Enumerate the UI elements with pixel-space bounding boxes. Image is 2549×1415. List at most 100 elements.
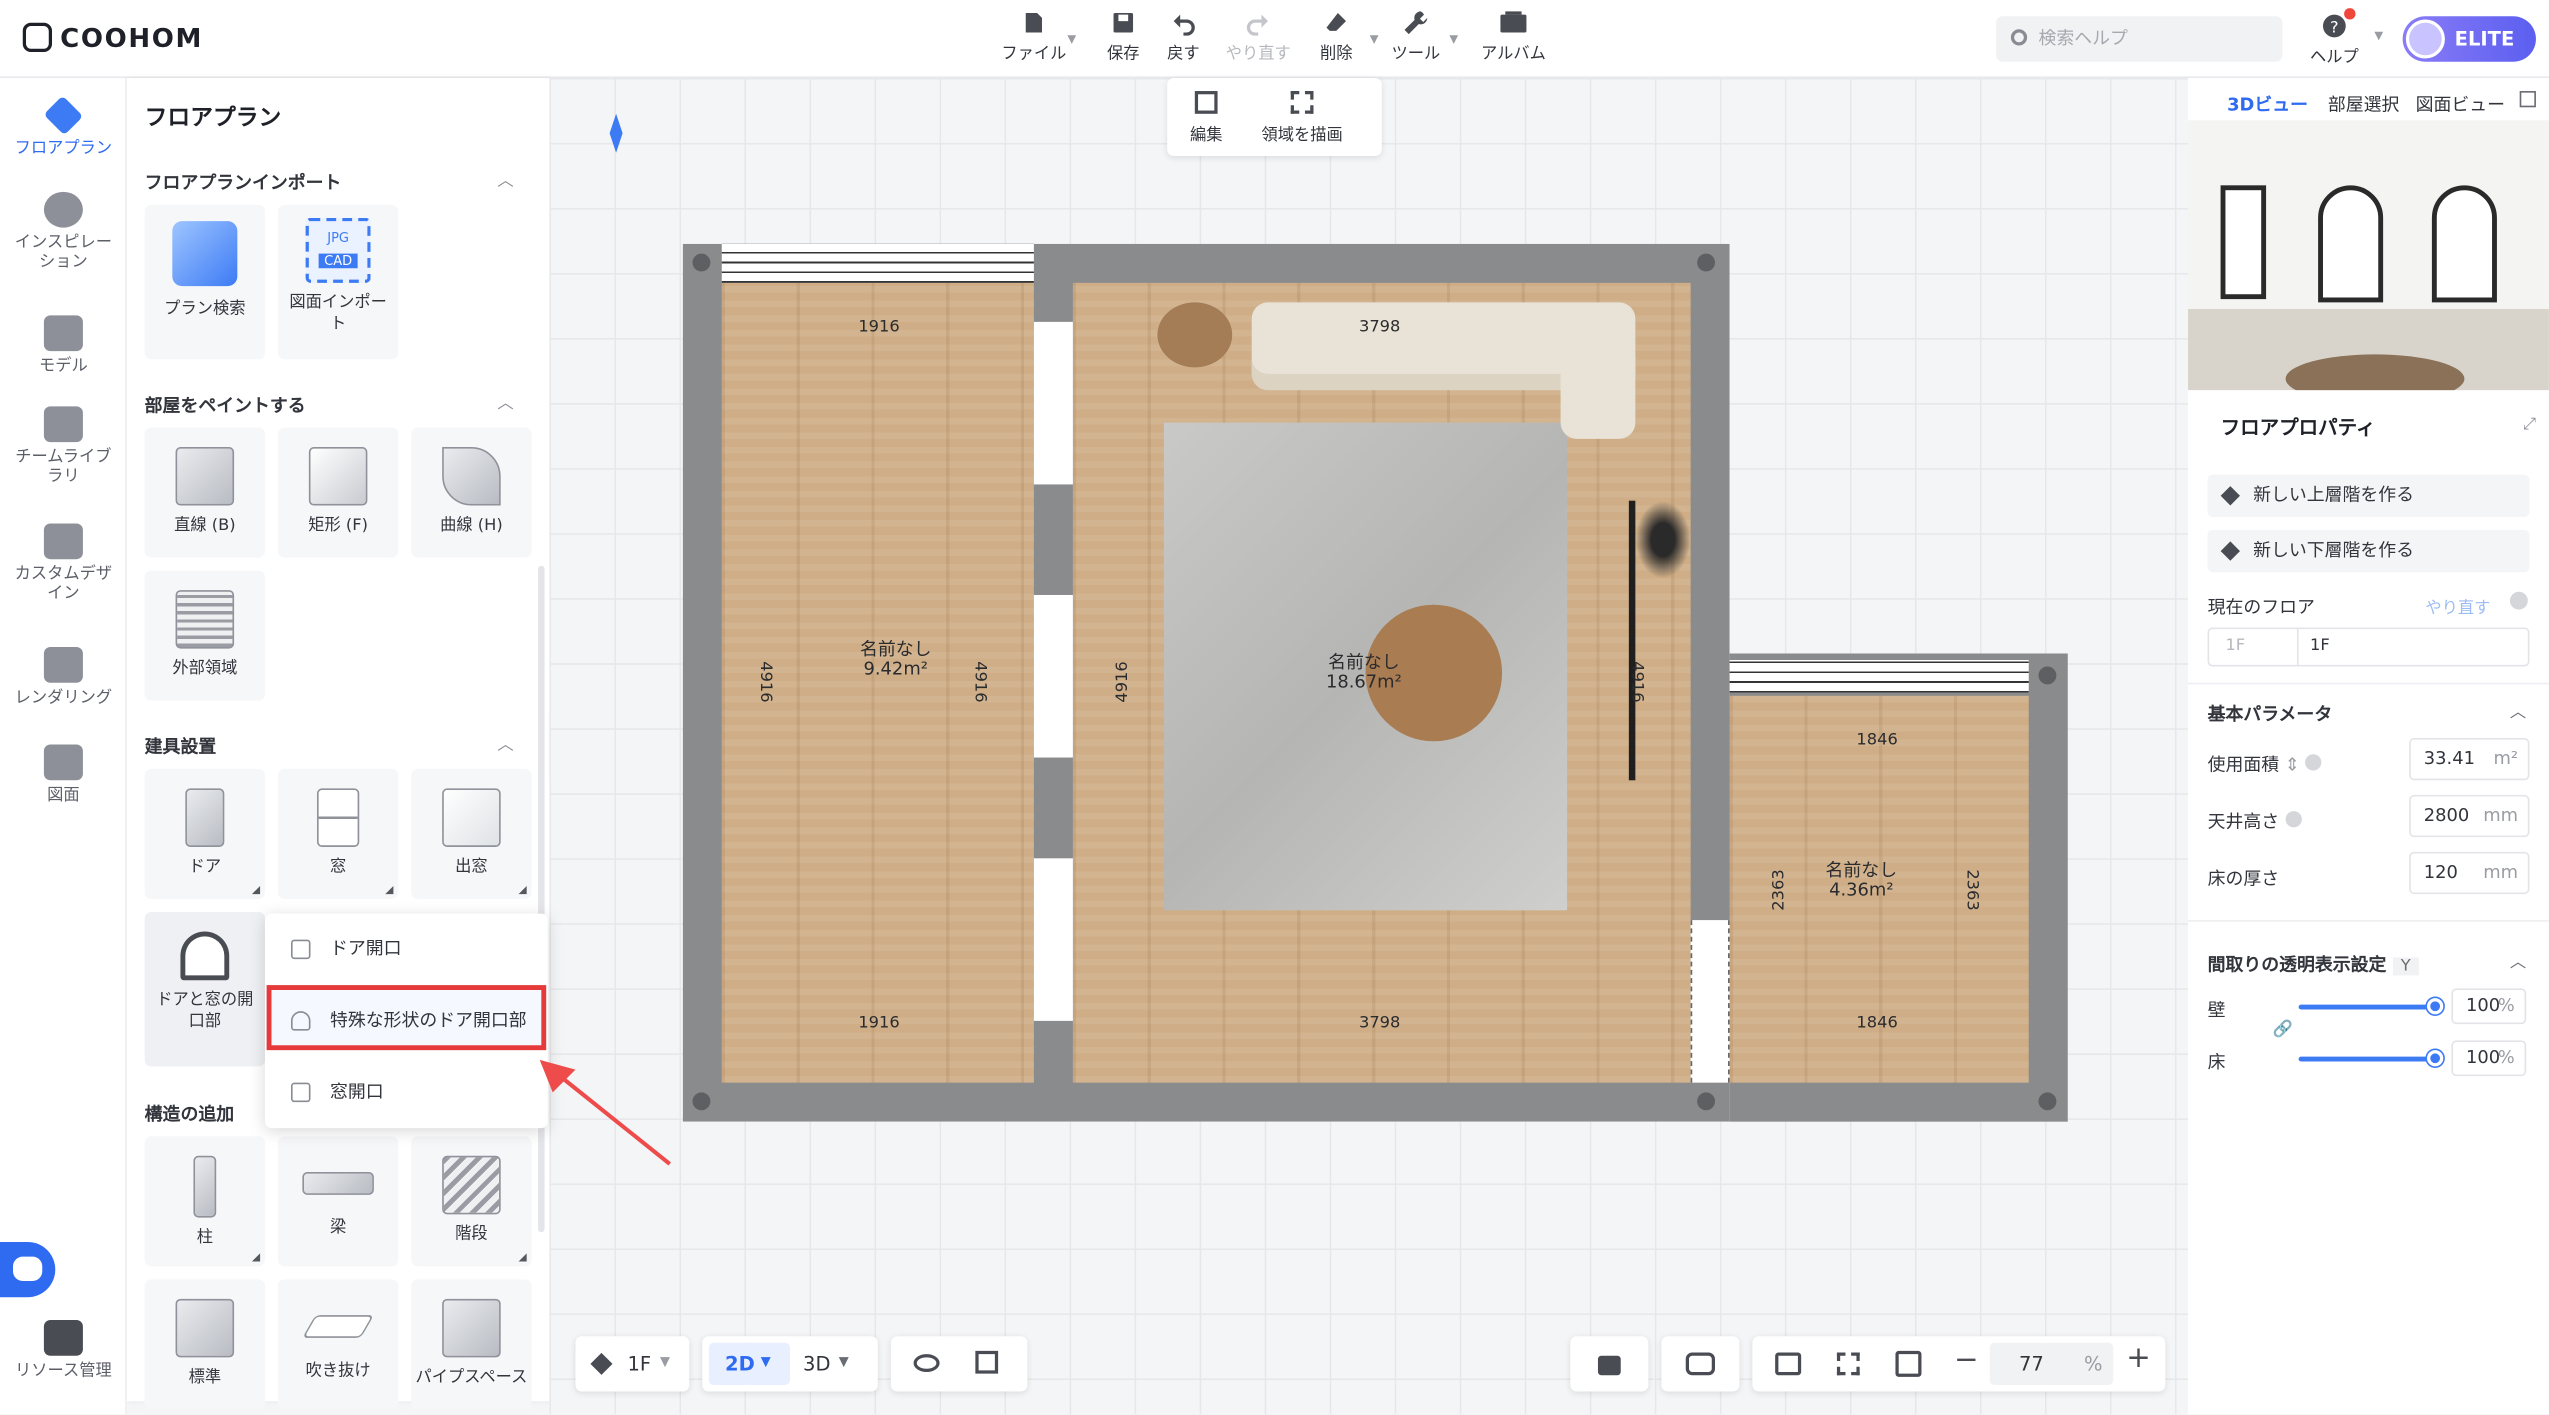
delete-button[interactable]: 削除 ▼ xyxy=(1300,10,1379,63)
file-menu-button[interactable]: ファイル ▼ xyxy=(998,10,1076,63)
zoom-in-button[interactable]: + xyxy=(2126,1341,2151,1375)
window-opening-option[interactable]: 窓開口 xyxy=(265,1063,548,1122)
redo-button[interactable]: やり直す xyxy=(1222,10,1294,63)
drawing-import-tile[interactable]: JPG CAD 図面インポート xyxy=(277,204,399,360)
window-top-left[interactable] xyxy=(721,243,1034,283)
add-upper-floor-button[interactable]: 新しい上層階を作る xyxy=(2207,474,2530,517)
design-canvas[interactable]: 1916 3798 1846 1916 3798 1846 4916 4916 … xyxy=(549,78,2189,1415)
draw-area-button[interactable]: 領域を描画 xyxy=(1261,91,1343,145)
link-icon[interactable]: 🔗 xyxy=(2273,1021,2293,1039)
window-top-right[interactable] xyxy=(1729,659,2029,693)
mode-3d-button[interactable]: 3D xyxy=(803,1352,830,1375)
door-opening[interactable] xyxy=(1033,594,1073,758)
tools-menu-button[interactable]: ツール ▼ xyxy=(1380,10,1458,63)
standard-tile[interactable]: 標準 xyxy=(144,1279,265,1410)
outer-area-tile[interactable]: 外部領域 xyxy=(144,570,265,701)
slider-thumb[interactable] xyxy=(2427,998,2444,1015)
tab-3d-view[interactable]: 3Dビュー xyxy=(2227,91,2308,117)
cube-view-icon[interactable] xyxy=(975,1350,999,1374)
popout-icon[interactable] xyxy=(2519,91,2536,108)
sofa-chaise[interactable] xyxy=(1560,341,1636,439)
zoom-area-icon[interactable] xyxy=(1895,1350,1922,1377)
bay-window-tile[interactable]: 出窓 xyxy=(411,768,532,899)
floor-percent-field[interactable]: 100% xyxy=(2451,1040,2527,1077)
special-door-opening-option[interactable]: 特殊な形状のドア開口部 xyxy=(265,992,548,1051)
door-opening[interactable] xyxy=(1690,920,1730,1083)
void-tile[interactable]: 吹き抜け xyxy=(277,1279,399,1410)
expand-icon[interactable]: ⤢ xyxy=(2523,416,2536,434)
area-field[interactable]: 33.41 m² xyxy=(2409,738,2530,781)
wall-percent-field[interactable]: 100% xyxy=(2451,988,2527,1025)
collapse-transparency-icon[interactable]: ︿ xyxy=(2510,948,2526,972)
beam-tile[interactable]: 梁 xyxy=(277,1136,399,1267)
undo-button[interactable]: 戻す xyxy=(1148,10,1220,63)
floor-name-input[interactable]: 1F xyxy=(2310,637,2330,655)
wall-node[interactable] xyxy=(1697,253,1716,272)
focus-icon[interactable] xyxy=(1836,1352,1860,1376)
mode-2d-button[interactable]: 2D xyxy=(725,1352,755,1375)
paint-line-tile[interactable]: 直線 (B) xyxy=(144,427,265,558)
add-lower-floor-button[interactable]: 新しい下層階を作る xyxy=(2207,529,2530,573)
stairs-tile[interactable]: 階段 xyxy=(411,1136,532,1267)
lock-icon[interactable] xyxy=(1597,1355,1621,1376)
media-console[interactable] xyxy=(1628,500,1636,781)
rail-resource-management[interactable]: リソース管理 xyxy=(0,1319,127,1382)
zoom-out-button[interactable]: − xyxy=(1954,1343,1979,1377)
rail-model[interactable]: モデル xyxy=(0,315,127,377)
fit-screen-icon[interactable] xyxy=(1775,1352,1802,1376)
app-logo[interactable]: COOHOM xyxy=(22,16,203,58)
wall-node[interactable] xyxy=(692,253,711,272)
wall-transparency-slider[interactable] xyxy=(2298,998,2444,1015)
left-rail: フロアプラン インスピレーション モデル チームライブラリ カスタムデザイン レ… xyxy=(0,78,127,1415)
rail-team-library[interactable]: チームライブラリ xyxy=(0,406,127,487)
search-help-input[interactable]: 検索ヘルプ xyxy=(1996,16,2283,62)
rail-floorplan[interactable]: フロアプラン xyxy=(0,95,127,160)
door-window-opening-tile[interactable]: ドアと窓の開口部 xyxy=(144,911,265,1067)
collapse-basic-icon[interactable]: ︿ xyxy=(2510,697,2526,722)
window-tile[interactable]: 窓 xyxy=(277,768,399,899)
floor-selector[interactable]: 1F 1F xyxy=(2207,627,2530,667)
rail-custom-design[interactable]: カスタムデザイン xyxy=(0,523,127,604)
tab-room-select[interactable]: 部屋選択 xyxy=(2328,91,2400,117)
collapse-import-icon[interactable]: ︿ xyxy=(497,166,513,190)
wall-node[interactable] xyxy=(692,1092,711,1111)
collapse-paint-icon[interactable]: ︿ xyxy=(497,389,513,413)
wall-node[interactable] xyxy=(2038,666,2057,685)
chat-button[interactable] xyxy=(0,1241,56,1298)
tab-drawing-view[interactable]: 図面ビュー xyxy=(2416,91,2505,117)
door-opening-option[interactable]: ドア開口 xyxy=(265,920,548,979)
door-opening[interactable] xyxy=(1033,858,1073,1021)
toggle-icon[interactable] xyxy=(1685,1352,1716,1376)
elite-account-button[interactable]: ELITE xyxy=(2402,16,2536,62)
zoom-input[interactable]: 77 % xyxy=(1989,1342,2114,1386)
collapse-fixtures-icon[interactable]: ︿ xyxy=(497,730,513,754)
wall-node[interactable] xyxy=(2038,1092,2057,1111)
side-table[interactable] xyxy=(1157,302,1233,368)
rail-drawings[interactable]: 図面 xyxy=(0,744,127,807)
paint-curve-tile[interactable]: 曲線 (H) xyxy=(411,427,532,558)
plant[interactable] xyxy=(1635,500,1691,579)
3d-preview[interactable] xyxy=(2188,120,2549,391)
redo-link[interactable]: やり直す xyxy=(2425,593,2490,618)
floor-transparency-slider[interactable] xyxy=(2298,1050,2444,1067)
album-button[interactable]: アルバム xyxy=(1478,10,1550,63)
floor-plan[interactable]: 1916 3798 1846 1916 3798 1846 4916 4916 … xyxy=(682,243,2068,1122)
paint-rect-tile[interactable]: 矩形 (F) xyxy=(277,427,399,558)
door-opening[interactable] xyxy=(1033,321,1073,485)
floor-dropdown[interactable]: 1F xyxy=(627,1352,651,1375)
rail-rendering[interactable]: レンダリング xyxy=(0,646,127,709)
column-tile[interactable]: 柱 xyxy=(144,1136,265,1267)
rail-inspiration[interactable]: インスピレーション xyxy=(0,191,127,273)
floor-thickness-field[interactable]: 120 mm xyxy=(2409,851,2530,895)
dim-living-1: 4916 xyxy=(1113,661,1132,703)
eye-icon[interactable] xyxy=(913,1354,940,1373)
edit-button[interactable]: 編集 xyxy=(1190,91,1222,145)
door-tile[interactable]: ドア xyxy=(144,768,265,899)
ceiling-height-field[interactable]: 2800 mm xyxy=(2409,794,2530,838)
canvas-gap xyxy=(1730,244,2068,654)
wall-node[interactable] xyxy=(1697,1092,1716,1111)
pipe-space-tile[interactable]: パイプスペース xyxy=(411,1279,532,1410)
help-button[interactable]: ? ヘルプ ▼ xyxy=(2299,8,2383,67)
slider-thumb[interactable] xyxy=(2427,1050,2444,1067)
plan-search-tile[interactable]: プラン検索 xyxy=(144,204,265,360)
